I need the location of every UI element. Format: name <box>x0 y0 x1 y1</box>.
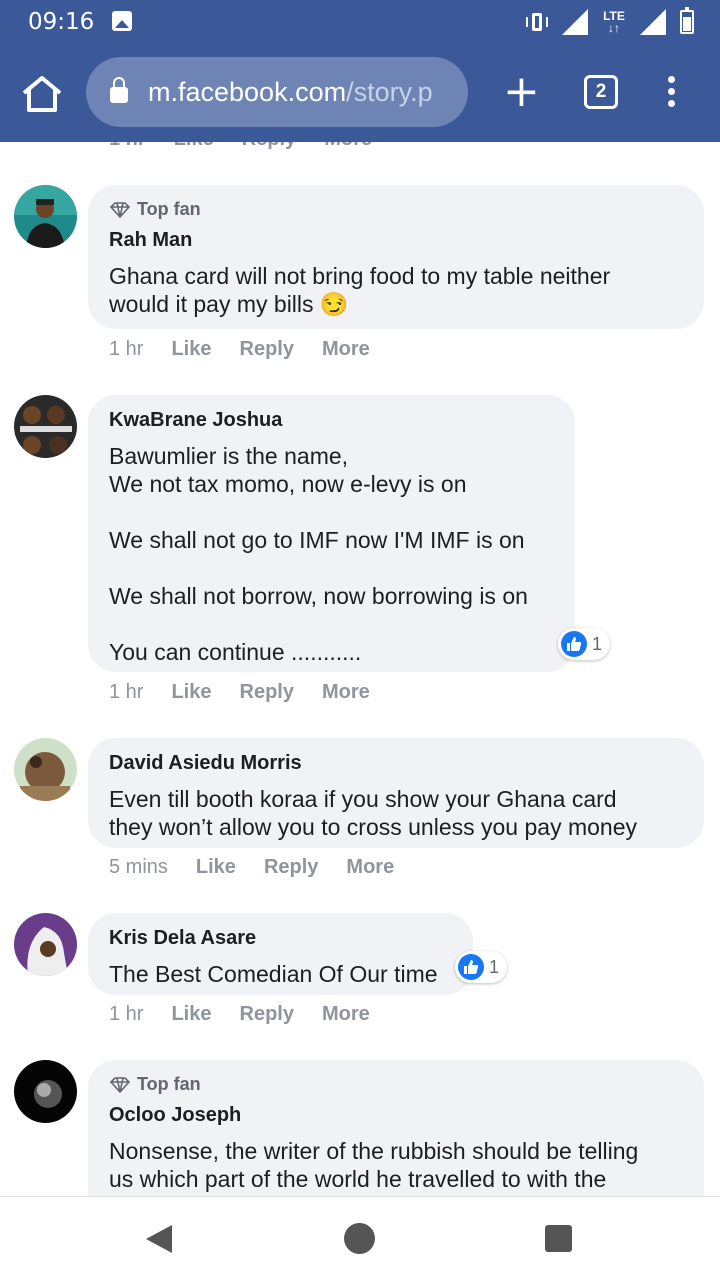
avatar-image <box>14 395 77 458</box>
reaction-count: 1 <box>592 633 603 654</box>
comment-bubble: Kris Dela Asare The Best Comedian Of Our… <box>88 913 473 995</box>
new-tab-button[interactable]: + <box>503 70 540 114</box>
vibrate-icon <box>526 11 548 33</box>
overflow-menu-button[interactable] <box>664 76 678 110</box>
home-icon <box>22 76 62 112</box>
clock: 09:16 <box>28 9 95 35</box>
comment-time: 1 hr <box>109 338 144 360</box>
signal-icon <box>562 9 588 35</box>
comment-text: Ghana card will not bring food to my tab… <box>109 263 611 317</box>
back-icon[interactable] <box>146 1225 172 1253</box>
comment-actions: 1 hr Like Reply More <box>109 338 398 361</box>
url-bar[interactable]: m.facebook.com/story.p <box>86 57 468 127</box>
more-button[interactable]: More <box>322 1003 370 1026</box>
recent-apps-icon[interactable] <box>545 1225 572 1252</box>
like-reaction-icon <box>561 631 587 657</box>
comment-author[interactable]: Rah Man <box>109 229 683 252</box>
comment-text: Bawumlier is the name, We not tax momo, … <box>109 443 528 665</box>
badge-label: Top fan <box>137 199 201 219</box>
like-button[interactable]: Like <box>174 142 214 151</box>
more-button[interactable]: More <box>322 681 370 704</box>
avatar[interactable] <box>14 395 77 458</box>
more-button[interactable]: More <box>322 338 370 361</box>
like-reaction-icon <box>458 954 484 980</box>
comment-actions: 1 hr Like Reply More <box>109 1003 398 1026</box>
avatar-image <box>14 913 77 976</box>
reaction-badge[interactable]: 1 <box>558 628 611 660</box>
reply-button[interactable]: Reply <box>240 1003 294 1026</box>
comment-bubble: KwaBrane Joshua Bawumlier is the name, W… <box>88 395 575 672</box>
avatar[interactable] <box>14 1060 77 1123</box>
reaction-badge[interactable]: 1 <box>455 951 508 983</box>
comment-bubble: David Asiedu Morris Even till booth kora… <box>88 738 704 848</box>
comment-text: Even till booth koraa if you show your G… <box>109 786 637 840</box>
network-label: LTE <box>603 9 625 23</box>
diamond-icon <box>109 201 131 218</box>
comment-time: 5 mins <box>109 856 168 878</box>
lock-icon <box>110 77 128 103</box>
avatar-image <box>14 738 77 801</box>
tab-switcher-button[interactable]: 2 <box>584 75 618 109</box>
badge-label: Top fan <box>137 1074 201 1094</box>
avatar[interactable] <box>14 738 77 801</box>
comment-author[interactable]: KwaBrane Joshua <box>109 409 554 432</box>
comment-author[interactable]: David Asiedu Morris <box>109 752 683 775</box>
reply-button[interactable]: Reply <box>264 856 318 879</box>
comment-time: 1 hr <box>109 681 144 703</box>
home-button[interactable] <box>20 74 64 114</box>
comment-bubble: Top fan Ocloo Joseph Nonsense, the write… <box>88 1060 704 1196</box>
top-fan-badge: Top fan <box>109 199 683 220</box>
system-nav-bar <box>0 1196 720 1280</box>
diamond-icon <box>109 1076 131 1093</box>
status-icons: LTE ↓↑ <box>526 7 694 36</box>
comment-time: 1 hr <box>109 1003 144 1025</box>
avatar-image <box>14 185 77 248</box>
url-host: m.facebook.com <box>148 76 347 107</box>
image-icon <box>112 11 132 31</box>
comments-list: 1 hr Like Reply More Top fan Rah Man Gha… <box>0 142 720 1196</box>
signal-icon <box>640 9 666 35</box>
comment-time: 1 hr <box>109 142 146 151</box>
lte-icon: LTE ↓↑ <box>603 9 625 35</box>
like-button[interactable]: Like <box>171 681 211 704</box>
like-button[interactable]: Like <box>171 338 211 361</box>
more-button[interactable]: More <box>346 856 394 879</box>
reply-button[interactable]: Reply <box>242 142 296 151</box>
browser-toolbar: m.facebook.com/story.p + 2 <box>0 46 720 142</box>
status-bar: 09:16 LTE ↓↑ <box>0 0 720 46</box>
comment-author[interactable]: Ocloo Joseph <box>109 1104 683 1127</box>
avatar[interactable] <box>14 185 77 248</box>
avatar[interactable] <box>14 913 77 976</box>
previous-comment-actions: 1 hr Like Reply More <box>109 142 372 151</box>
avatar-image <box>14 1060 77 1123</box>
reaction-count: 1 <box>489 956 500 977</box>
home-circle-icon[interactable] <box>344 1223 375 1254</box>
battery-icon <box>680 7 694 34</box>
top-fan-badge: Top fan <box>109 1074 683 1095</box>
comment-actions: 1 hr Like Reply More <box>109 681 398 704</box>
reply-button[interactable]: Reply <box>240 681 294 704</box>
reply-button[interactable]: Reply <box>240 338 294 361</box>
comment-text: The Best Comedian Of Our time <box>109 961 438 987</box>
url-path: /story.p <box>346 76 433 107</box>
comment-author[interactable]: Kris Dela Asare <box>109 927 452 950</box>
comment-text: Nonsense, the writer of the rubbish shou… <box>109 1138 639 1192</box>
more-button[interactable]: More <box>324 142 372 151</box>
comment-bubble: Top fan Rah Man Ghana card will not brin… <box>88 185 704 329</box>
like-button[interactable]: Like <box>171 1003 211 1026</box>
comment-actions: 5 mins Like Reply More <box>109 856 422 879</box>
like-button[interactable]: Like <box>196 856 236 879</box>
